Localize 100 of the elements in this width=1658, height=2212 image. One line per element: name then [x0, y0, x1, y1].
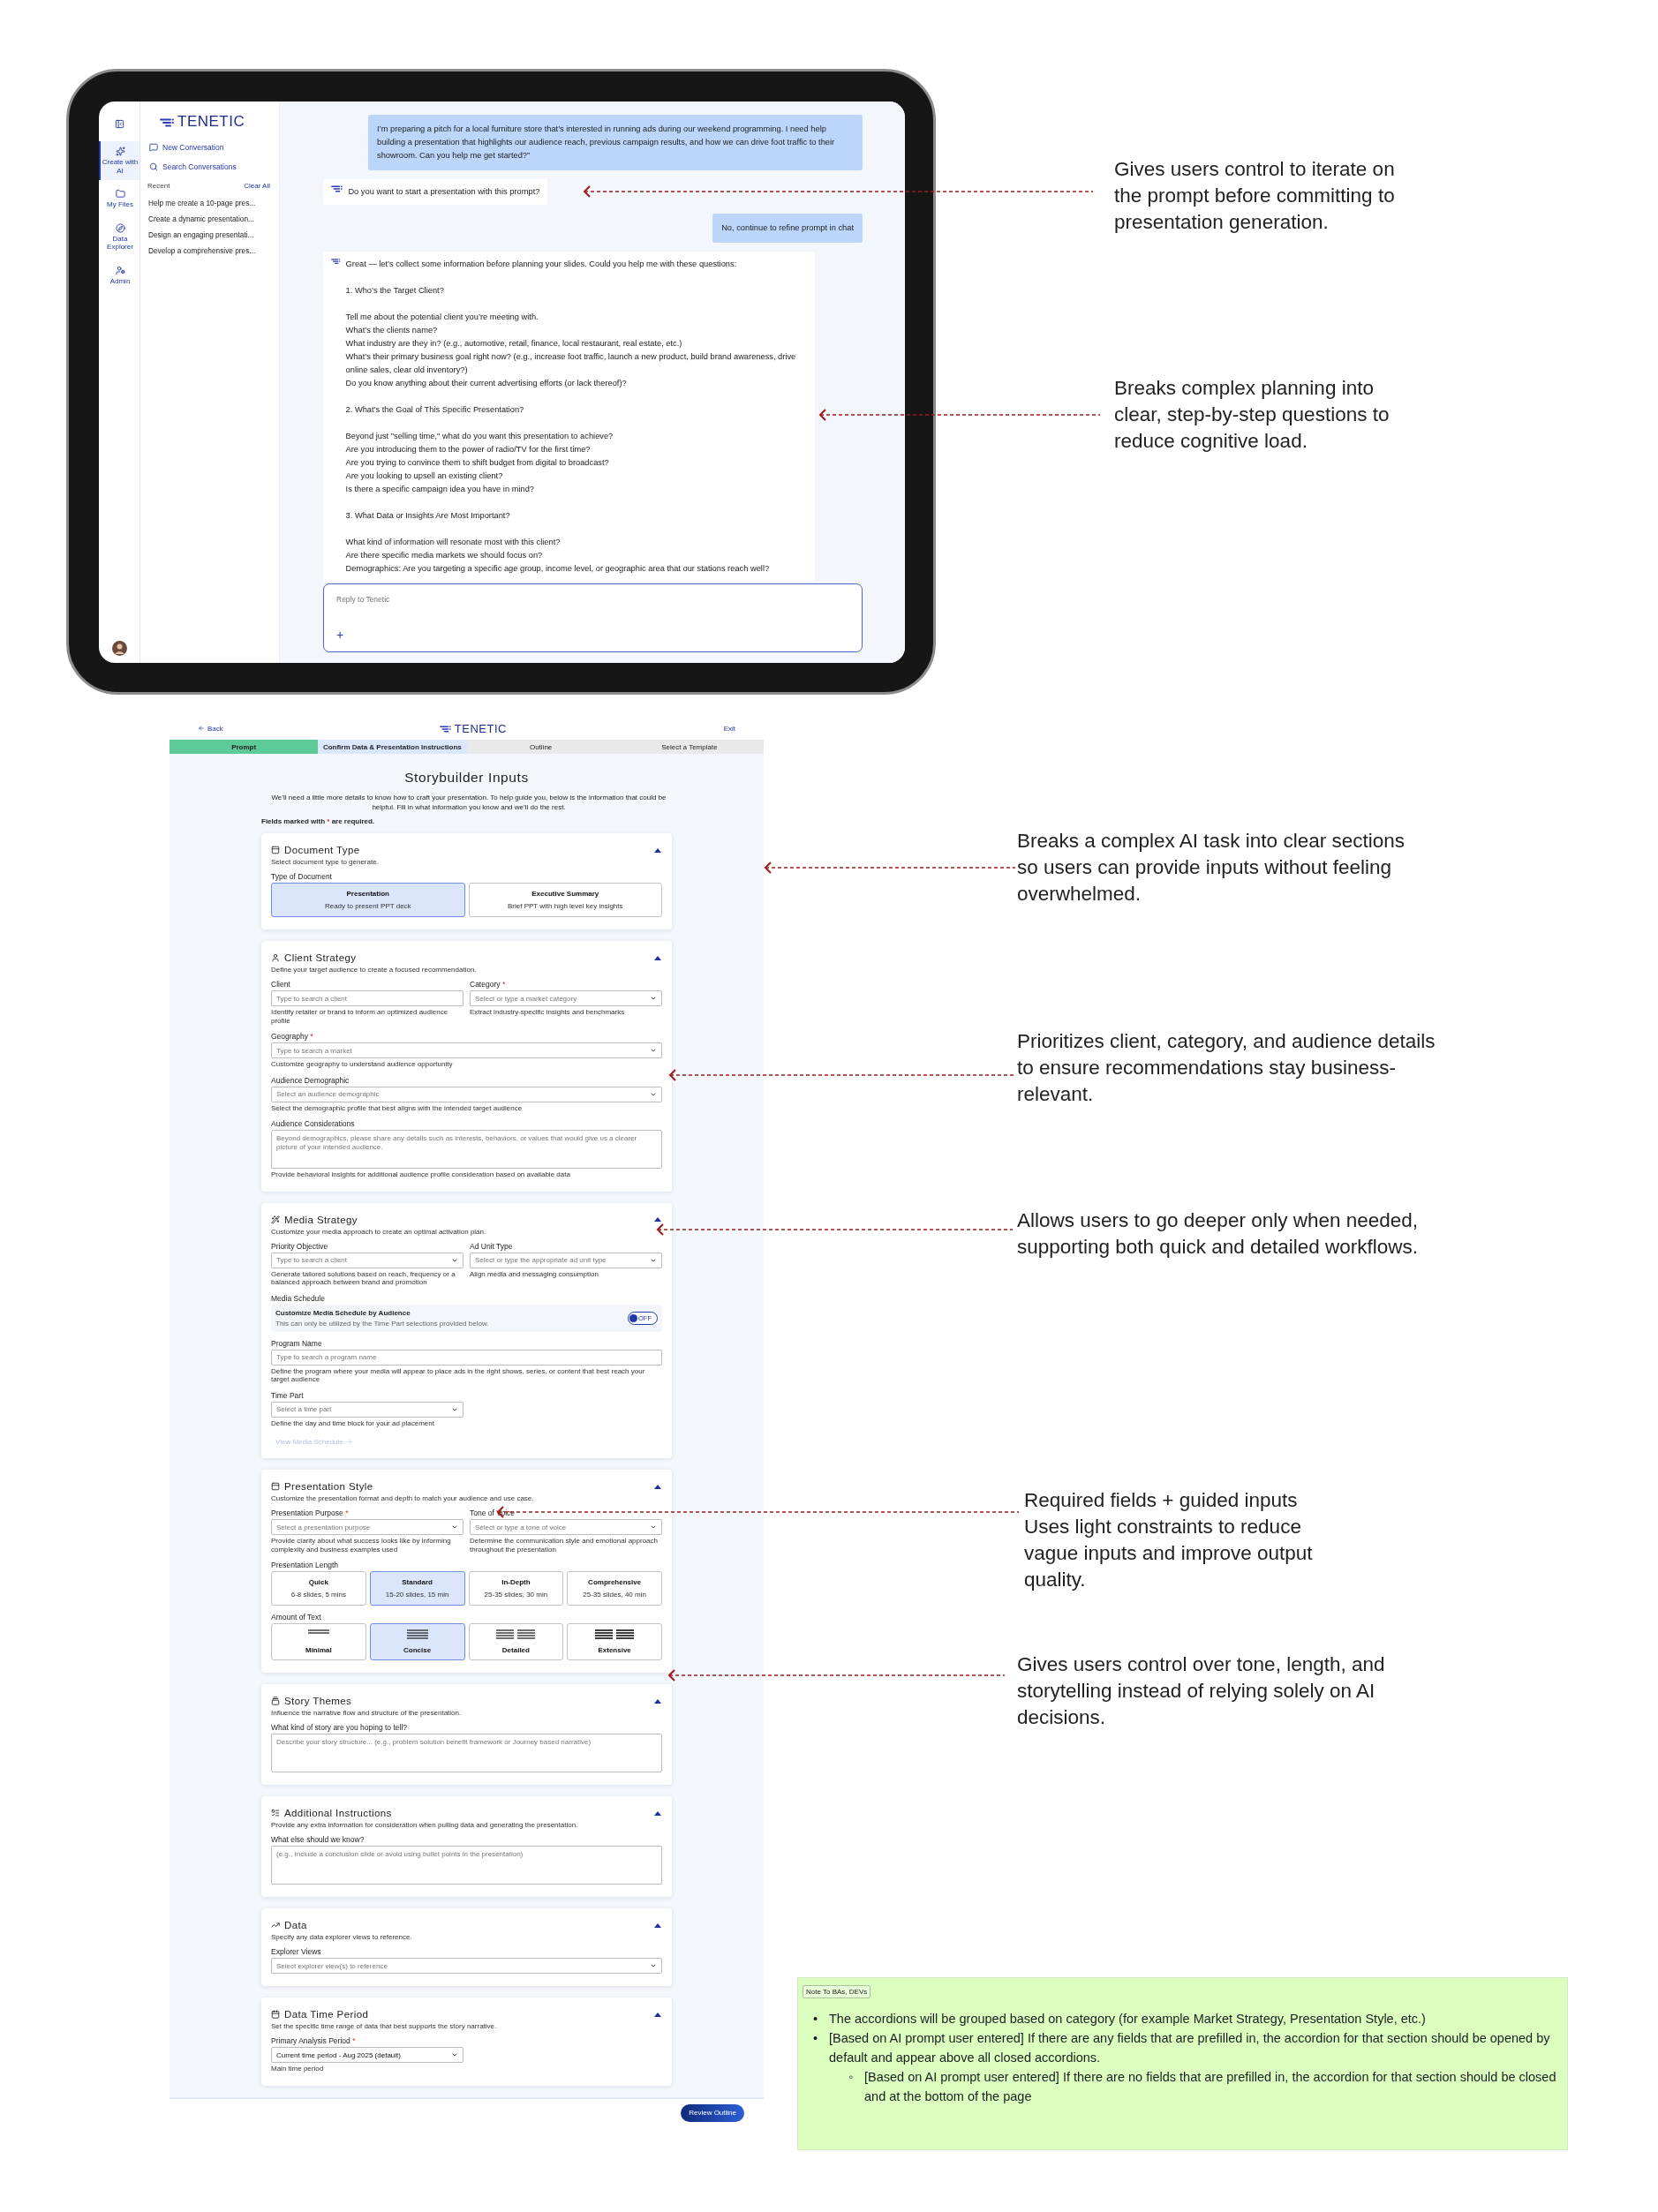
text-lines-icon [307, 1629, 329, 1635]
message-text: 2. What’s the Goal of This Specific Presentation? [345, 404, 525, 416]
avatar[interactable] [111, 641, 127, 656]
select-field[interactable]: Type to search a client [271, 1252, 463, 1268]
chevron-down-icon [451, 2051, 458, 2058]
clear-all-link[interactable]: Clear All [244, 182, 270, 190]
option-card[interactable]: Extensive [567, 1623, 662, 1660]
recent-item[interactable]: Design an engaging presentati... [148, 230, 270, 239]
message-text: Do you know anything about their current advertising efforts (or lack thereof)? [345, 378, 628, 389]
select-field[interactable]: Current time period - Aug 2025 (default) [271, 2047, 463, 2063]
message-text: What’s their primary business goal right now? (e.g., increase foot traffic, launch a new product, build brand awareness, drive online sales, clear old inventory?) [345, 351, 797, 376]
annotation-text: Required fields + guided inputs Uses light constraints to reduce vague inputs and improve output quality. [1024, 1488, 1314, 1592]
collapse-icon [654, 1810, 661, 1816]
select-field[interactable]: Select or type a tone of voice [470, 1519, 662, 1535]
message-text: Are there specific media markets we should focus on? [345, 550, 544, 561]
sidebar-action[interactable]: Search Conversations [149, 162, 270, 171]
toggle-title: Customize Media Schedule by Audience [275, 1308, 411, 1317]
text-field[interactable]: Type to search a program name [271, 1349, 662, 1366]
nav-item[interactable]: My Files [99, 184, 139, 214]
text-lines-icon [595, 1629, 635, 1640]
select-field[interactable]: Select a presentation purpose [271, 1519, 463, 1535]
nav-item[interactable]: Create with AI [99, 141, 139, 181]
collapse-icon [654, 1698, 661, 1704]
section-description: Provide any extra information for consideration when pulling data and generating the presentation. [271, 1821, 579, 1829]
select-field[interactable]: Select explorer view(s) to reference [271, 1958, 662, 1974]
field-label: Primary Analysis Period * [271, 2036, 357, 2045]
back-link[interactable]: Back [198, 724, 223, 733]
text-area[interactable]: Beyond demographics, please share any details such as interests, behaviors, or values that would give us a clearer picture of your intended audience. [271, 1130, 662, 1169]
option-card[interactable]: In-Depth 25-35 slides, 30 min [468, 1571, 564, 1606]
arrow-left-icon [198, 725, 205, 732]
nav-icon [115, 147, 125, 156]
section-description: Customize your media approach to create an optimal activation plan. [271, 1227, 487, 1236]
select-field[interactable]: Select or type the appropriate ad unit type [470, 1252, 662, 1268]
nav-item[interactable]: Admin [99, 260, 139, 291]
section-title: Additional Instructions [284, 1808, 393, 1818]
section-icon [271, 2010, 280, 2019]
message-text: Are you trying to convince them to shift budget from digital to broadcast? [345, 457, 610, 469]
nav-icon [115, 265, 125, 275]
reply-box[interactable]: Reply to Tenetic + [323, 583, 863, 652]
progress-step: Confirm Data & Presentation Instructions [318, 740, 467, 754]
section-icon [271, 1215, 280, 1224]
page-title: Storybuilder Inputs [403, 770, 530, 786]
field-label: Geography * [271, 1032, 314, 1041]
recent-item[interactable]: Help me create a 10-page pres... [148, 199, 270, 207]
field-hint: Generate tailored solutions based on reach, frequency or a balanced approach between brand and promotion [271, 1269, 456, 1287]
logo-icon [440, 725, 453, 734]
field-label: Presentation Purpose * [271, 1509, 350, 1517]
recent-item[interactable]: Create a dynamic presentation... [148, 214, 270, 223]
chevron-down-icon [650, 1047, 657, 1054]
option-card[interactable]: Minimal [271, 1623, 366, 1660]
recent-item[interactable]: Develop a comprehensive pres... [148, 246, 270, 255]
option-card[interactable]: Detailed [468, 1623, 564, 1660]
text-area[interactable]: Describe your story structure... (e.g., problem solution benefit framework or Journey based narrative) [271, 1734, 662, 1772]
option-card[interactable]: Presentation Ready to present PPT deck [271, 883, 465, 917]
field-label: Amount of Text [271, 1613, 322, 1621]
select-field[interactable]: Select or type a market category [470, 990, 662, 1006]
field-hint: Define the day and time block for your ad placement [271, 1418, 435, 1427]
message-text: 3. What Data or Insights Are Most Important? [345, 510, 511, 522]
option-card[interactable]: Concise [369, 1623, 465, 1660]
section-description: Customize the presentation format and depth to match your audience and use case. [271, 1494, 535, 1502]
add-button[interactable]: + [336, 628, 349, 641]
field-hint: Align media and messaging consumption [470, 1269, 599, 1278]
bullet: • [813, 2011, 819, 2028]
section-title: Data Time Period [284, 2009, 370, 2020]
option-card[interactable]: Quick 6-8 slides, 5 mins [271, 1571, 366, 1606]
section-title: Client Strategy [284, 952, 358, 963]
exit-link[interactable]: Exit [723, 724, 735, 733]
logo-icon [331, 185, 344, 194]
logo-icon [160, 118, 176, 129]
intro-text: We’ll need a little more details to know how to craft your presentation. To help guide you, below is the information that could be helpful. Fill in what information you know and we’ll do the rest. [270, 793, 667, 812]
section-icon [271, 846, 280, 854]
text-lines-icon [406, 1629, 428, 1640]
section-icon [271, 1697, 280, 1705]
field-label: Priority Objective [271, 1241, 329, 1251]
option-card[interactable]: Standard 15-20 slides, 15 min [369, 1571, 465, 1606]
nav-item[interactable]: Data Explorer [99, 217, 139, 257]
text-field[interactable]: Type to search a client [271, 990, 463, 1006]
text-lines-icon [496, 1629, 536, 1640]
menu-icon[interactable] [114, 119, 124, 129]
section-title: Document Type [284, 845, 361, 855]
required-note: Fields marked with * are required. [261, 817, 376, 825]
select-field[interactable]: Select an audience demographic [271, 1086, 662, 1102]
option-card[interactable]: Comprehensive 25-35 slides, 40 min [567, 1571, 662, 1606]
option-card[interactable]: Executive Summary Brief PPT with high level key insights [468, 883, 662, 917]
select-field[interactable]: Type to search a market [271, 1042, 662, 1058]
select-field[interactable]: Select a time part [271, 1401, 463, 1418]
chevron-down-icon [650, 1524, 657, 1531]
section-title: Story Themes [284, 1696, 353, 1706]
sidebar-action[interactable]: New Conversation [149, 143, 270, 152]
annotation-text: Prioritizes client, category, and audience details to ensure recommendations stay business-relevant. [1017, 1029, 1436, 1107]
annotation-text: Breaks a complex AI task into clear sections so users can provide inputs without feeling overwhelmed. [1017, 829, 1406, 907]
collapse-icon [654, 847, 661, 853]
field-label: Ad Unit Type [470, 1241, 514, 1251]
field-label: Audience Demographic [271, 1075, 350, 1085]
review-outline-button[interactable]: Review Outline [681, 2103, 744, 2122]
text-area[interactable]: (e.g., Include a conclusion slide or avoid using bullet points in the presentation) [271, 1846, 662, 1885]
message-text: What’s the clients name? [345, 325, 439, 336]
field-label: Category * [470, 980, 507, 989]
annotation-text: Allows users to go deeper only when needed, supporting both quick and detailed workflows. [1017, 1208, 1420, 1260]
note-text: [Based on AI prompt user entered] If there are no fields that are prefilled in, the accordion for that section should be closed and at the bottom of the page [864, 2069, 1557, 2105]
